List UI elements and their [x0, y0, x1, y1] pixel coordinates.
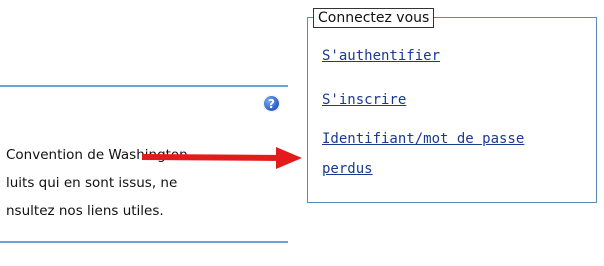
panel-top-rule	[0, 85, 288, 87]
panel-bottom-rule	[0, 241, 288, 243]
left-content-panel: ? Convention de Washington luits qui en …	[0, 0, 288, 266]
login-box-legend: Connectez vous	[313, 8, 435, 28]
lost-credentials-link[interactable]: Identifiant/mot de passe	[322, 126, 524, 152]
panel-text-line-3: nsultez nos liens utiles.	[6, 203, 164, 219]
panel-text-line-2: luits qui en sont issus, ne	[6, 175, 178, 191]
register-link[interactable]: S'inscrire	[322, 87, 406, 113]
login-link[interactable]: S'authentifier	[322, 43, 440, 69]
help-icon-glyph: ?	[268, 96, 275, 111]
lost-credentials-link-continued[interactable]: perdus	[322, 156, 373, 182]
panel-text-line-1: Convention de Washington	[6, 147, 188, 163]
help-icon[interactable]: ?	[263, 95, 280, 112]
